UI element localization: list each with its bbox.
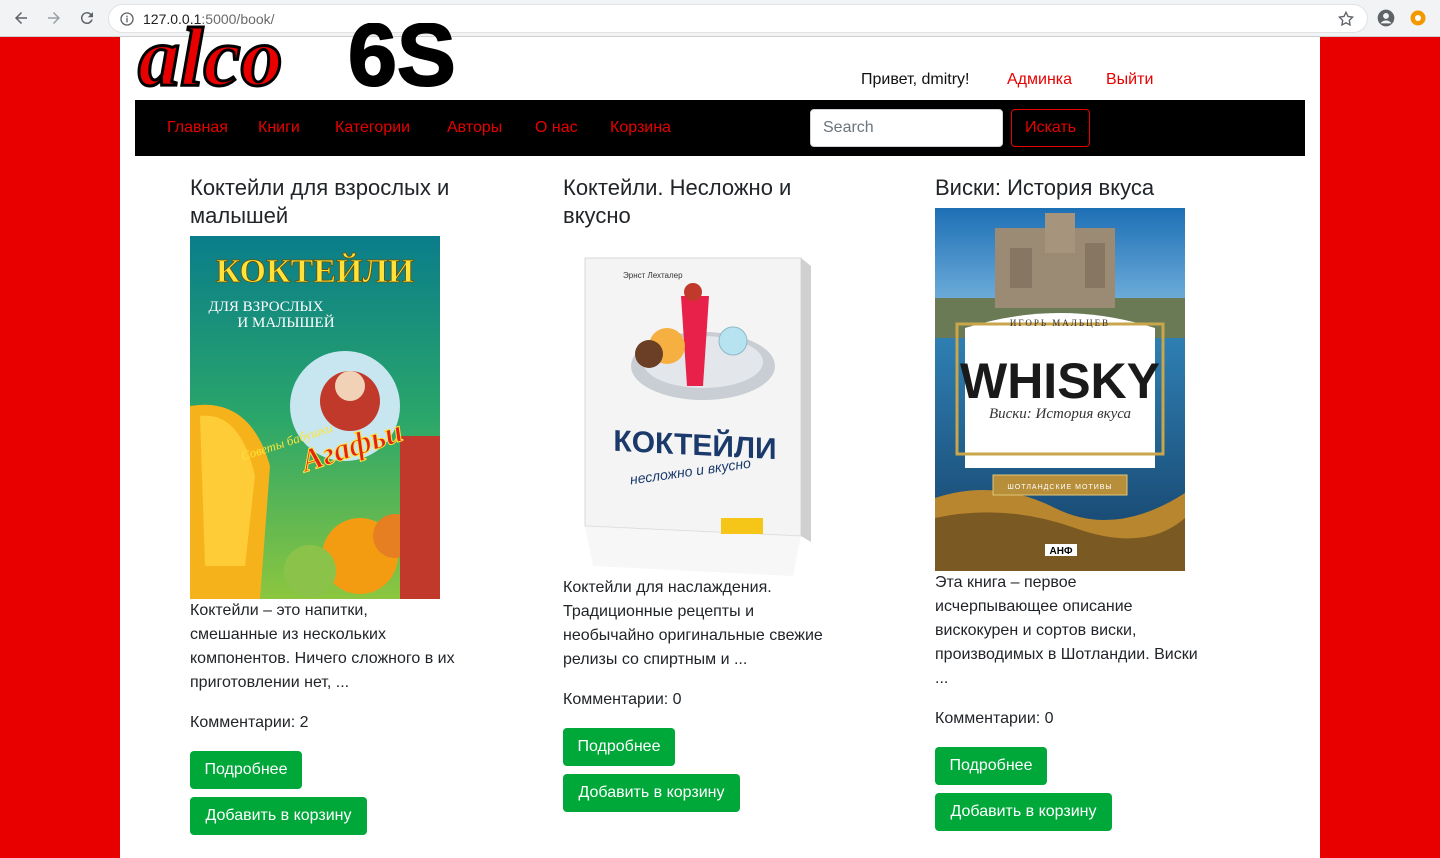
user-greeting: Привет, dmitry! [861, 71, 970, 88]
reload-button[interactable] [75, 6, 99, 30]
search-input[interactable]: Search [810, 109, 1003, 147]
cover-line-1: КОКТЕЙЛИ [216, 253, 415, 290]
reload-icon [80, 12, 93, 25]
nav-item-authors[interactable]: Авторы [447, 119, 502, 137]
book-card: Коктейли для взрослых и малышей [190, 174, 460, 230]
forward-button[interactable] [42, 6, 66, 30]
book-card: Виски: История вкуса [935, 174, 1205, 202]
back-button[interactable] [9, 6, 33, 30]
details-button[interactable]: Подробнее [935, 747, 1047, 785]
cover-title: WHISKY [960, 353, 1160, 409]
book-description: Коктейли для наслаждения. Традиционные р… [563, 579, 823, 668]
book-card: Коктейли. Несложно и вкусно [563, 174, 833, 230]
book-description: Коктейли – это напитки, смешанные из нес… [190, 602, 455, 691]
comments-count: Комментарии: 0 [935, 710, 1054, 727]
page-background: alco 6S Привет, dmitry! Админка Выйти Гл… [0, 23, 1440, 858]
bookmark-star-icon[interactable] [1337, 10, 1355, 28]
content-container: alco 6S Привет, dmitry! Админка Выйти Гл… [120, 23, 1320, 858]
cover-publisher: АНФ [1050, 546, 1073, 557]
cover-author: ИГОРЬ МАЛЬЦЕВ [1010, 318, 1110, 328]
info-icon[interactable] [119, 11, 135, 27]
cover-image-cocktails-easy: Эрнст Лехталер КОКТЕЙЛИ несложно и вкусн… [563, 236, 825, 576]
cover-subtitle: Виски: История вкуса [989, 406, 1131, 422]
book-title[interactable]: Виски: История вкуса [935, 174, 1205, 202]
arrow-left-icon [15, 12, 27, 24]
logo-graphic: alco 6S [137, 23, 457, 93]
nav-item-home[interactable]: Главная [167, 119, 228, 137]
cover-image-whisky: ИГОРЬ МАЛЬЦЕВ WHISKY Виски: История вкус… [935, 208, 1185, 571]
logout-link[interactable]: Выйти [1106, 71, 1153, 89]
main-navbar: Главная Книги Категории Авторы О нас Кор… [135, 100, 1305, 156]
comments-count: Комментарии: 0 [563, 691, 682, 708]
cover-author: Эрнст Лехталер [623, 271, 683, 280]
search-placeholder: Search [823, 119, 874, 136]
book-cover[interactable]: КОКТЕЙЛИ ДЛЯ ВЗРОСЛЫХ И МАЛЫШЕЙ Советы б… [190, 236, 440, 599]
comments-count: Комментарии: 2 [190, 714, 309, 731]
admin-link[interactable]: Админка [1007, 71, 1072, 89]
cover-image-cocktails-kids: КОКТЕЙЛИ ДЛЯ ВЗРОСЛЫХ И МАЛЫШЕЙ Советы б… [190, 236, 440, 599]
logo-text-black: 6S [348, 23, 456, 93]
search-button[interactable]: Искать [1011, 109, 1090, 147]
book-description: Эта книга – первое исчерпывающее описани… [935, 574, 1198, 687]
nav-item-books[interactable]: Книги [258, 119, 300, 137]
book-title[interactable]: Коктейли. Несложно и вкусно [563, 174, 833, 230]
cover-series: ШОТЛАНДСКИЕ МОТИВЫ [1007, 484, 1112, 491]
nav-item-categories[interactable]: Категории [335, 119, 410, 137]
extension-icon[interactable] [1409, 9, 1427, 27]
nav-item-about[interactable]: О нас [535, 119, 578, 137]
cover-line-2: ДЛЯ ВЗРОСЛЫХ [209, 299, 324, 315]
cover-line-3: И МАЛЫШЕЙ [237, 314, 334, 331]
add-to-cart-button[interactable]: Добавить в корзину [563, 774, 740, 812]
nav-item-cart[interactable]: Корзина [610, 119, 671, 137]
add-to-cart-button[interactable]: Добавить в корзину [935, 793, 1112, 831]
details-button[interactable]: Подробнее [563, 728, 675, 766]
book-cover[interactable]: ИГОРЬ МАЛЬЦЕВ WHISKY Виски: История вкус… [935, 208, 1185, 571]
site-logo[interactable]: alco 6S [136, 23, 526, 93]
profile-icon[interactable] [1376, 8, 1396, 28]
book-cover[interactable]: Эрнст Лехталер КОКТЕЙЛИ несложно и вкусн… [563, 236, 825, 576]
add-to-cart-button[interactable]: Добавить в корзину [190, 797, 367, 835]
arrow-right-icon [48, 12, 60, 24]
logo-text-red: alco [138, 23, 283, 93]
details-button[interactable]: Подробнее [190, 751, 302, 789]
book-title[interactable]: Коктейли для взрослых и малышей [190, 174, 460, 230]
